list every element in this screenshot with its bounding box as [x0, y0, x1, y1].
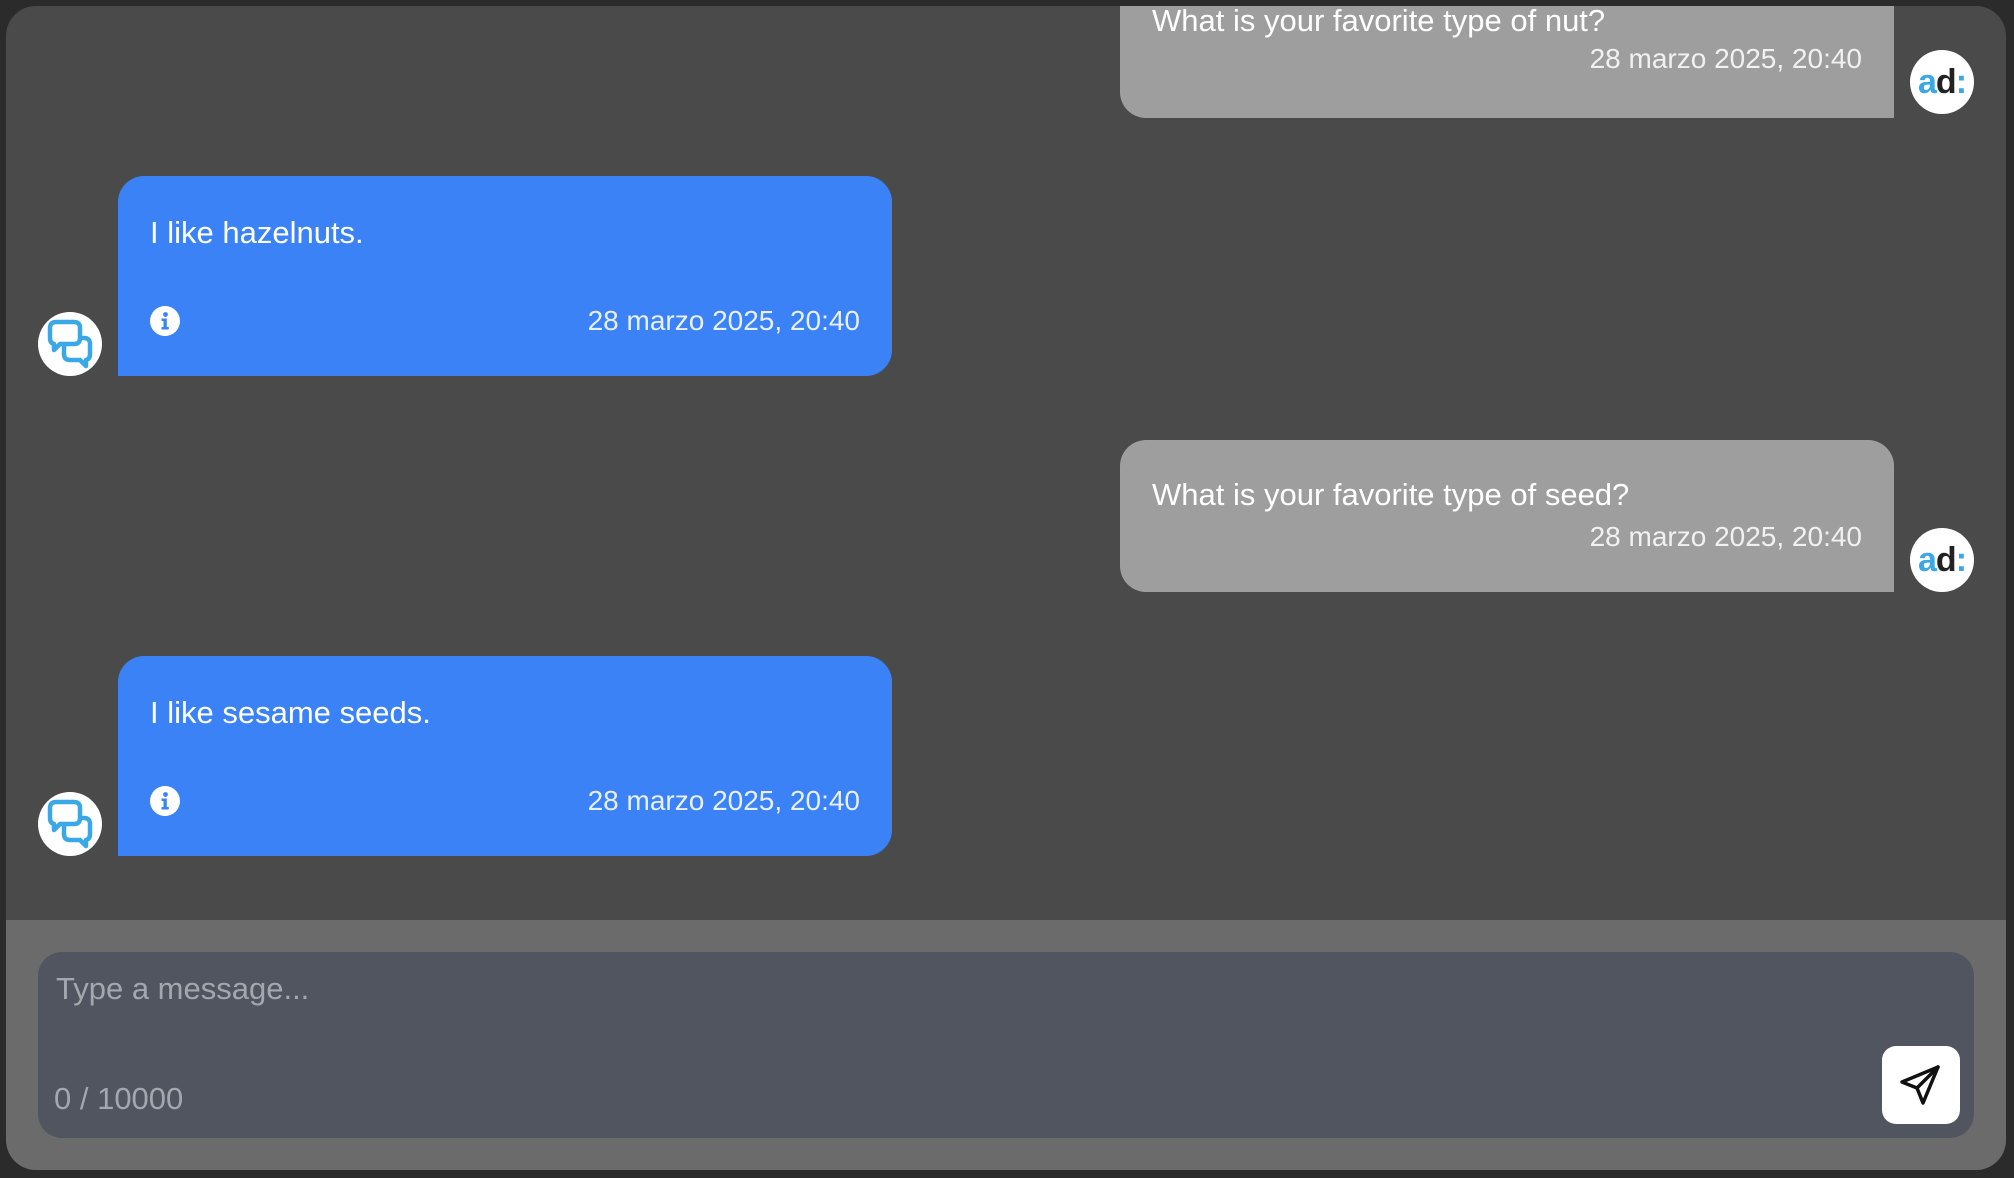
message-timestamp: 28 marzo 2025, 20:40 [587, 305, 860, 336]
ad-logo: ad: [1917, 63, 1967, 101]
message-timestamp: 28 marzo 2025, 20:40 [1589, 521, 1862, 552]
message-timestamp: 28 marzo 2025, 20:40 [587, 785, 860, 816]
user-avatar: ad: [1910, 50, 1974, 114]
user-message-bubble: What is your favorite type of seed? 28 m… [1120, 440, 1894, 592]
info-icon[interactable] [150, 786, 180, 816]
message-text: What is your favorite type of seed? [1152, 477, 1630, 512]
ad-logo: ad: [1917, 541, 1967, 579]
paper-plane-icon [1900, 1065, 1940, 1105]
send-button[interactable] [1882, 1046, 1960, 1124]
composer-bar: 0 / 10000 [6, 920, 2006, 1170]
user-message-bubble: What is your favorite type of nut? 28 ma… [1120, 6, 1894, 118]
chat-bubbles-logo-icon [47, 799, 93, 849]
chat-window: What is your favorite type of nut? 28 ma… [6, 6, 2006, 1170]
character-counter: 0 / 10000 [54, 1081, 184, 1116]
info-icon[interactable] [150, 306, 180, 336]
message-text: I like hazelnuts. [150, 215, 364, 250]
message-input[interactable] [56, 970, 1906, 1040]
message-timestamp: 28 marzo 2025, 20:40 [1589, 43, 1862, 74]
chat-bubbles-logo-icon [47, 319, 93, 369]
assistant-message-bubble: I like hazelnuts. 28 marzo 2025, 20:40 [118, 176, 892, 376]
assistant-avatar [38, 312, 102, 376]
assistant-avatar [38, 792, 102, 856]
message-composer: 0 / 10000 [38, 952, 1974, 1138]
user-avatar: ad: [1910, 528, 1974, 592]
assistant-message-bubble: I like sesame seeds. 28 marzo 2025, 20:4… [118, 656, 892, 856]
message-text: What is your favorite type of nut? [1152, 6, 1606, 38]
message-text: I like sesame seeds. [150, 695, 431, 730]
message-list[interactable]: What is your favorite type of nut? 28 ma… [6, 6, 2006, 920]
